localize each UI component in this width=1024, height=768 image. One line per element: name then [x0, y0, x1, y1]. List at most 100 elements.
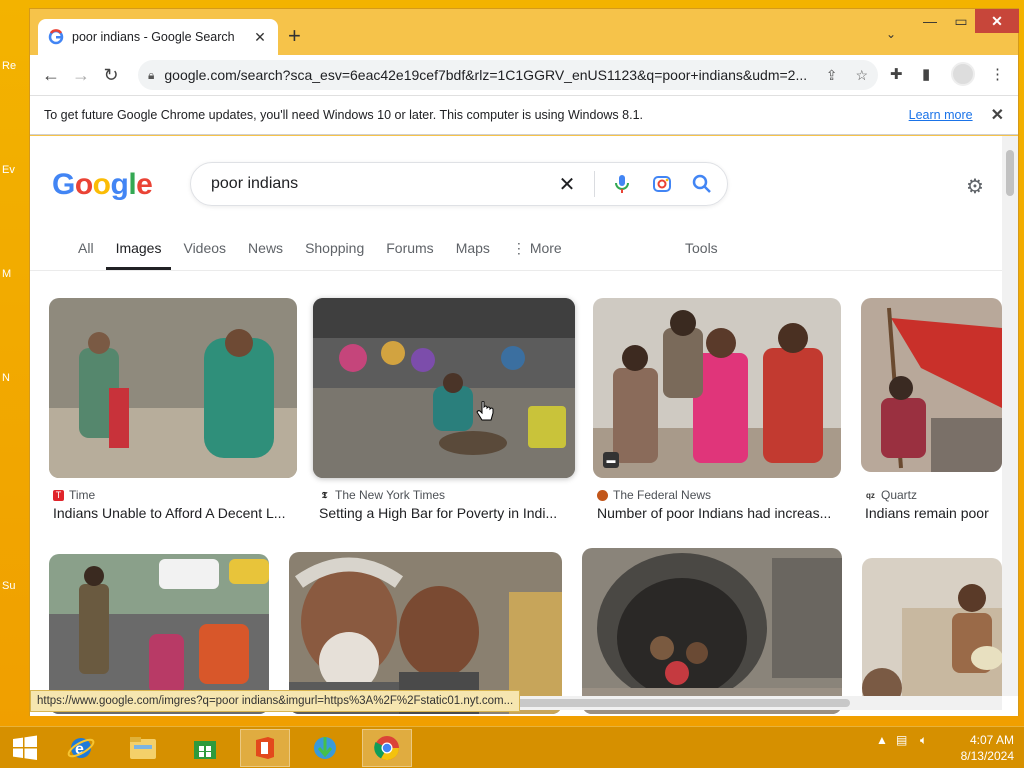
search-input[interactable]: poor indians [211, 175, 540, 193]
search-icon[interactable] [689, 173, 715, 195]
tab-maps[interactable]: Maps [446, 232, 500, 270]
side-panel-icon[interactable]: ▮ [922, 65, 930, 83]
image-result[interactable]: qz Quartz Indians remain poor [861, 298, 1002, 521]
result-thumbnail[interactable] [582, 548, 842, 714]
bookmark-star-icon[interactable]: ☆ [855, 67, 868, 84]
site-info-icon[interactable]: 🔒︎ [148, 68, 154, 83]
page-content: Google poor indians ✕ ⚙ All Images Video… [30, 136, 1018, 716]
image-result[interactable] [862, 558, 1003, 713]
link-status-bar: https://www.google.com/imgres?q=poor ind… [30, 690, 521, 712]
result-thumbnail[interactable] [313, 298, 575, 478]
microphone-icon[interactable] [609, 173, 635, 195]
federal-news-favicon-icon [597, 489, 608, 501]
settings-gear-icon[interactable]: ⚙ [966, 174, 984, 199]
camera-lens-icon[interactable] [649, 173, 675, 195]
windows-logo-icon [13, 735, 37, 760]
desktop-icon-label[interactable]: Su [2, 580, 15, 592]
tools-button[interactable]: Tools [685, 232, 718, 264]
chrome-window: poor indians - Google Search ✕ + ⌄ — ▭ ✕… [29, 8, 1019, 716]
result-source-name: Quartz [881, 488, 918, 502]
google-favicon-icon [48, 29, 64, 45]
tab-all[interactable]: All [68, 232, 104, 270]
extensions-icon[interactable]: ✚ [890, 65, 903, 83]
internet-explorer-icon: e [67, 738, 95, 758]
logo-letter: o [74, 168, 93, 201]
logo-letter: g [110, 168, 129, 201]
time-favicon-icon: T [53, 489, 64, 501]
result-source: 𝕿 The New York Times [319, 488, 445, 502]
start-button[interactable] [0, 729, 50, 767]
result-source-name: The Federal News [613, 488, 712, 502]
office-button[interactable] [240, 729, 290, 767]
browser-toolbar: ← → ↻ 🔒︎ google.com/search?sca_esv=6eac4… [30, 55, 1018, 95]
office-icon [256, 737, 274, 759]
learn-more-link[interactable]: Learn more [909, 108, 973, 122]
result-thumbnail[interactable] [593, 298, 841, 478]
result-title[interactable]: Indians remain poor [865, 505, 1002, 521]
tab-videos[interactable]: Videos [173, 232, 236, 270]
forward-icon[interactable]: → [66, 65, 96, 86]
chrome-icon [374, 736, 399, 761]
image-result[interactable]: 𝕿 The New York Times Setting a High Bar … [313, 298, 575, 521]
result-source-name: Time [69, 488, 96, 502]
result-source: The Federal News [597, 488, 711, 502]
desktop-icon-label[interactable]: Re [2, 60, 16, 72]
share-icon[interactable]: ⇪ [826, 67, 838, 84]
url-text[interactable]: google.com/search?sca_esv=6eac42e19cef7b… [164, 67, 807, 83]
reload-icon[interactable]: ↻ [96, 65, 126, 86]
image-result[interactable]: T Time Indians Unable to Afford A Decent… [49, 298, 297, 521]
desktop-icon-label[interactable]: N [2, 372, 10, 384]
image-result[interactable] [582, 548, 842, 716]
address-bar[interactable]: 🔒︎ google.com/search?sca_esv=6eac42e19ce… [138, 60, 878, 90]
result-thumbnail[interactable] [862, 558, 1003, 708]
back-icon[interactable]: ← [36, 65, 66, 86]
search-box[interactable]: poor indians ✕ [190, 162, 728, 206]
globe-download-icon [314, 737, 336, 759]
result-title[interactable]: Indians Unable to Afford A Decent L... [53, 505, 297, 521]
divider [594, 171, 595, 197]
logo-letter: o [92, 168, 111, 201]
network-icon[interactable]: ▤ [896, 733, 907, 747]
desktop-icon-label[interactable]: Ev [2, 164, 15, 176]
google-logo[interactable]: Google [52, 168, 153, 202]
image-result[interactable]: ▬ The Federal News Number of poor Indian… [593, 298, 841, 521]
profile-avatar[interactable] [951, 62, 975, 86]
file-explorer-button[interactable] [118, 729, 168, 767]
tab-more[interactable]: ⋮ More [502, 232, 572, 270]
hand-cursor-icon [476, 401, 494, 421]
close-tab-icon[interactable]: ✕ [252, 29, 268, 46]
logo-letter: l [128, 168, 137, 201]
download-manager-button[interactable] [300, 729, 350, 767]
desktop-icon-label[interactable]: M [2, 268, 11, 280]
tab-images[interactable]: Images [105, 232, 172, 270]
scrollbar-thumb[interactable] [1006, 150, 1014, 196]
chrome-taskbar-button[interactable] [362, 729, 412, 767]
menu-icon[interactable]: ⋮ [990, 65, 1005, 83]
divider [30, 270, 1018, 271]
minimize-button[interactable]: — [915, 9, 945, 33]
maximize-button[interactable]: ▭ [946, 9, 976, 33]
windows-taskbar: e ▲ ▤ 🔈︎ 4:07 AM 8/13/2024 [0, 726, 1024, 768]
result-title[interactable]: Setting a High Bar for Poverty in Indi..… [319, 505, 563, 521]
result-thumbnail[interactable] [861, 298, 1002, 472]
tab-more-label: More [529, 240, 562, 256]
new-tab-button[interactable]: + [288, 25, 301, 47]
close-window-button[interactable]: ✕ [975, 9, 1019, 33]
close-infobar-icon[interactable]: ✕ [991, 105, 1004, 125]
clear-icon[interactable]: ✕ [554, 172, 580, 197]
volume-muted-icon[interactable]: 🔈︎ [920, 733, 927, 748]
quartz-favicon-icon: qz [865, 489, 876, 501]
internet-explorer-button[interactable]: e [56, 729, 106, 767]
browser-tab[interactable]: poor indians - Google Search ✕ [38, 19, 278, 55]
clock-time: 4:07 AM [969, 733, 1014, 747]
store-button[interactable] [180, 729, 230, 767]
vertical-scrollbar[interactable] [1002, 136, 1018, 696]
tab-search-icon[interactable]: ⌄ [886, 27, 896, 41]
tab-shopping[interactable]: Shopping [295, 232, 374, 270]
tab-forums[interactable]: Forums [376, 232, 443, 270]
system-clock[interactable]: 4:07 AM 8/13/2024 [948, 732, 1014, 764]
show-hidden-icons[interactable]: ▲ [876, 733, 888, 747]
result-title[interactable]: Number of poor Indians had increas... [597, 505, 841, 521]
tab-news[interactable]: News [238, 232, 293, 270]
result-thumbnail[interactable] [49, 298, 297, 478]
